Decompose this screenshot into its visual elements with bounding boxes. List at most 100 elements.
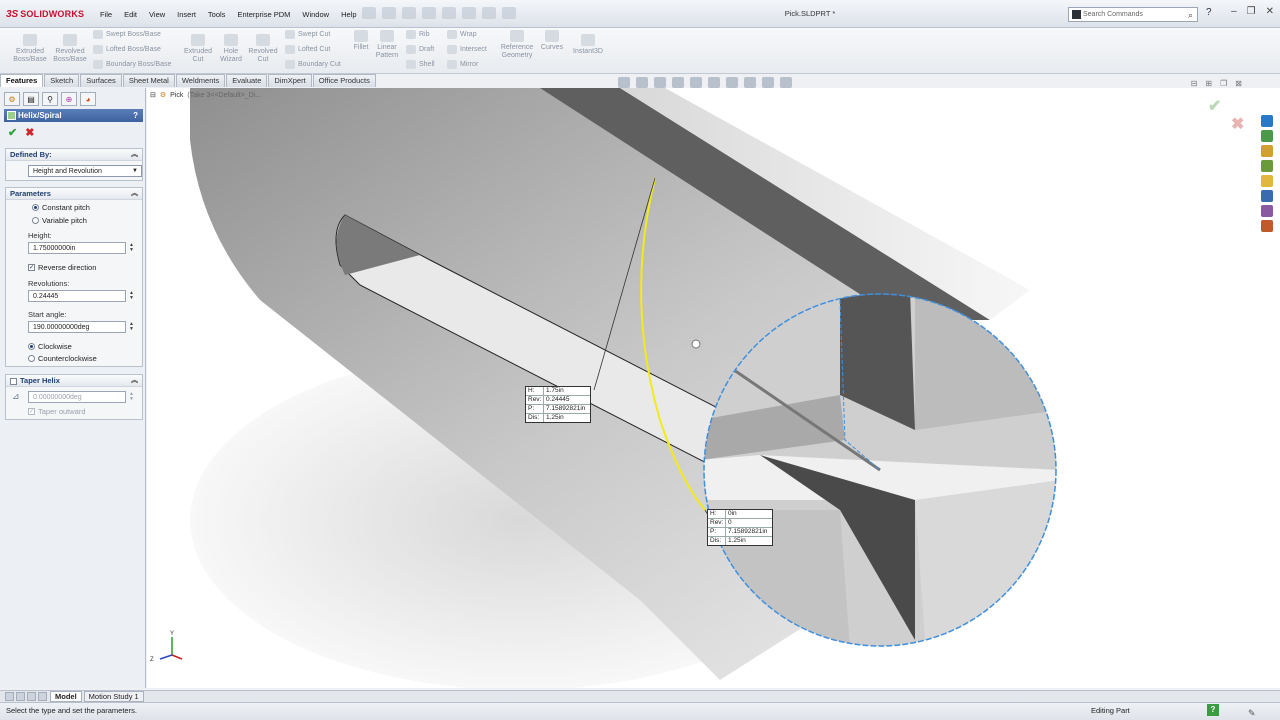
dimxpert-manager-icon[interactable]: ⊕ <box>61 92 77 106</box>
tab-weldments[interactable]: Weldments <box>175 74 226 87</box>
menu-enterprise-pdm[interactable]: Enterprise PDM <box>231 10 296 19</box>
graphics-area[interactable]: Y Z <box>147 88 1280 688</box>
search-input[interactable]: Search Commands <box>1083 11 1143 18</box>
prev-tab-icon[interactable] <box>16 692 25 701</box>
linear-pattern-button[interactable]: Linear Pattern <box>372 30 402 60</box>
hide-show-items-icon[interactable] <box>726 77 738 88</box>
instant3d-button[interactable]: Instant3D <box>568 34 608 56</box>
variable-pitch-radio[interactable]: Variable pitch <box>32 216 87 225</box>
last-tab-icon[interactable] <box>38 692 47 701</box>
print-icon[interactable] <box>422 7 436 19</box>
tab-model[interactable]: Model <box>50 691 82 702</box>
menu-insert[interactable]: Insert <box>171 10 202 19</box>
extruded-boss-button[interactable]: Extruded Boss/Base <box>12 34 48 64</box>
search-scope-icon[interactable] <box>1072 10 1081 19</box>
counterclockwise-radio[interactable]: Counterclockwise <box>28 354 97 363</box>
revolutions-spinner[interactable]: ▲ ▼ <box>129 291 134 301</box>
section-view-icon[interactable] <box>672 77 684 88</box>
viewport-tile-icon[interactable]: ⊞ <box>1205 79 1212 88</box>
search-commands[interactable]: Search Commands ⌕ <box>1068 7 1198 22</box>
options-icon[interactable] <box>502 7 516 19</box>
tab-sheet-metal[interactable]: Sheet Metal <box>122 74 175 87</box>
extruded-cut-button[interactable]: Extruded Cut <box>180 34 216 64</box>
search-icon[interactable]: ⌕ <box>1188 10 1193 21</box>
menu-tools[interactable]: Tools <box>202 10 232 19</box>
collapse-icon[interactable]: ︽ <box>131 188 138 200</box>
menu-help[interactable]: Help <box>335 10 362 19</box>
hole-wizard-button[interactable]: Hole Wizard <box>214 34 248 64</box>
feature-tree-flyout[interactable]: ⊟ ⚙ Pick (Take 3<<Default>_Di... <box>150 91 261 100</box>
reference-geometry-button[interactable]: Reference Geometry <box>498 30 536 60</box>
quick-tips-icon[interactable]: ? <box>1207 704 1219 716</box>
design-library-icon[interactable] <box>1261 130 1273 142</box>
help-icon[interactable]: ? <box>1206 7 1212 18</box>
viewport-minimize-icon[interactable]: ⊟ <box>1191 79 1198 88</box>
first-tab-icon[interactable] <box>5 692 14 701</box>
select-icon[interactable] <box>462 7 476 19</box>
view-palette-icon[interactable] <box>1261 160 1273 172</box>
menu-view[interactable]: View <box>143 10 171 19</box>
height-spinner[interactable]: ▲ ▼ <box>129 243 134 253</box>
height-field[interactable]: 1.75000000in <box>28 242 126 254</box>
resources-icon[interactable] <box>1261 115 1273 127</box>
viewport-close-icon[interactable]: ⊠ <box>1235 79 1242 88</box>
close-icon[interactable]: ✕ <box>1266 6 1274 17</box>
helix-end-callout[interactable]: H: 0in Rev: 0 P: 7.15892821in Dis: 1.25in <box>707 509 773 546</box>
view-orientation-icon[interactable] <box>690 77 702 88</box>
new-icon[interactable] <box>362 7 376 19</box>
revolved-cut-button[interactable]: Revolved Cut <box>245 34 281 64</box>
menu-file[interactable]: File <box>94 10 118 19</box>
menu-edit[interactable]: Edit <box>118 10 143 19</box>
expand-icon[interactable]: ⊟ <box>150 91 156 99</box>
tab-office-products[interactable]: Office Products <box>312 74 376 87</box>
intersect-button[interactable]: Intersect <box>447 45 487 54</box>
tab-motion-study[interactable]: Motion Study 1 <box>83 691 144 702</box>
previous-view-icon[interactable] <box>654 77 666 88</box>
tab-sketch[interactable]: Sketch <box>44 74 80 87</box>
start-angle-spinner[interactable]: ▲ ▼ <box>129 322 134 332</box>
fillet-button[interactable]: Fillet <box>350 30 372 52</box>
clockwise-radio[interactable]: Clockwise <box>28 342 72 351</box>
next-tab-icon[interactable] <box>27 692 36 701</box>
edit-appearance-icon[interactable] <box>744 77 756 88</box>
confirmation-ok-icon[interactable]: ✔ <box>1208 96 1221 116</box>
feature-manager-icon[interactable]: ⚙ <box>4 92 20 106</box>
constant-pitch-radio[interactable]: Constant pitch <box>32 203 90 212</box>
shell-button[interactable]: Shell <box>406 60 435 69</box>
solidworks-forum-icon[interactable] <box>1261 220 1273 232</box>
swept-boss-button[interactable]: Swept Boss/Base <box>93 30 161 39</box>
rebuild-status-icon[interactable]: ✎ <box>1248 705 1256 720</box>
view-settings-icon[interactable] <box>780 77 792 88</box>
confirmation-cancel-icon[interactable]: ✖ <box>1231 114 1244 134</box>
ok-button[interactable]: ✔ <box>8 126 17 139</box>
rib-button[interactable]: Rib <box>406 30 430 39</box>
taper-outward-checkbox[interactable]: ✓ Taper outward <box>28 407 86 416</box>
revolutions-field[interactable]: 0.24445 <box>28 290 126 302</box>
mirror-button[interactable]: Mirror <box>447 60 478 69</box>
apply-scene-icon[interactable] <box>762 77 774 88</box>
display-style-icon[interactable] <box>708 77 720 88</box>
lofted-cut-button[interactable]: Lofted Cut <box>285 45 330 54</box>
lofted-boss-button[interactable]: Lofted Boss/Base <box>93 45 161 54</box>
defined-by-select[interactable]: Height and Revolution ▼ <box>28 165 142 177</box>
custom-properties-icon[interactable] <box>1261 205 1273 217</box>
undo-icon[interactable] <box>442 7 456 19</box>
draft-button[interactable]: Draft <box>406 45 434 54</box>
collapse-icon[interactable]: ︽ <box>131 149 138 161</box>
curves-button[interactable]: Curves <box>538 30 566 52</box>
rebuild-icon[interactable] <box>482 7 496 19</box>
folder-icon[interactable] <box>1261 175 1273 187</box>
configuration-manager-icon[interactable]: ⚲ <box>42 92 58 106</box>
boundary-boss-button[interactable]: Boundary Boss/Base <box>93 60 171 69</box>
tab-evaluate[interactable]: Evaluate <box>226 74 268 87</box>
tab-dimxpert[interactable]: DimXpert <box>268 74 312 87</box>
zoom-area-icon[interactable] <box>636 77 648 88</box>
minimize-icon[interactable]: – <box>1231 6 1237 17</box>
solidworks-logo[interactable]: 3S SOLIDWORKS <box>6 7 84 21</box>
revolved-boss-button[interactable]: Revolved Boss/Base <box>52 34 88 64</box>
helix-start-callout[interactable]: H: 1.75in Rev: 0.24445 P: 7.15892821in Dis:… <box>525 386 591 423</box>
taper-helix-checkbox[interactable]: Taper Helix <box>10 375 60 387</box>
tab-features[interactable]: Features <box>0 74 44 87</box>
menu-window[interactable]: Window <box>296 10 335 19</box>
taper-angle-spinner[interactable]: ▲ ▼ <box>129 392 134 402</box>
